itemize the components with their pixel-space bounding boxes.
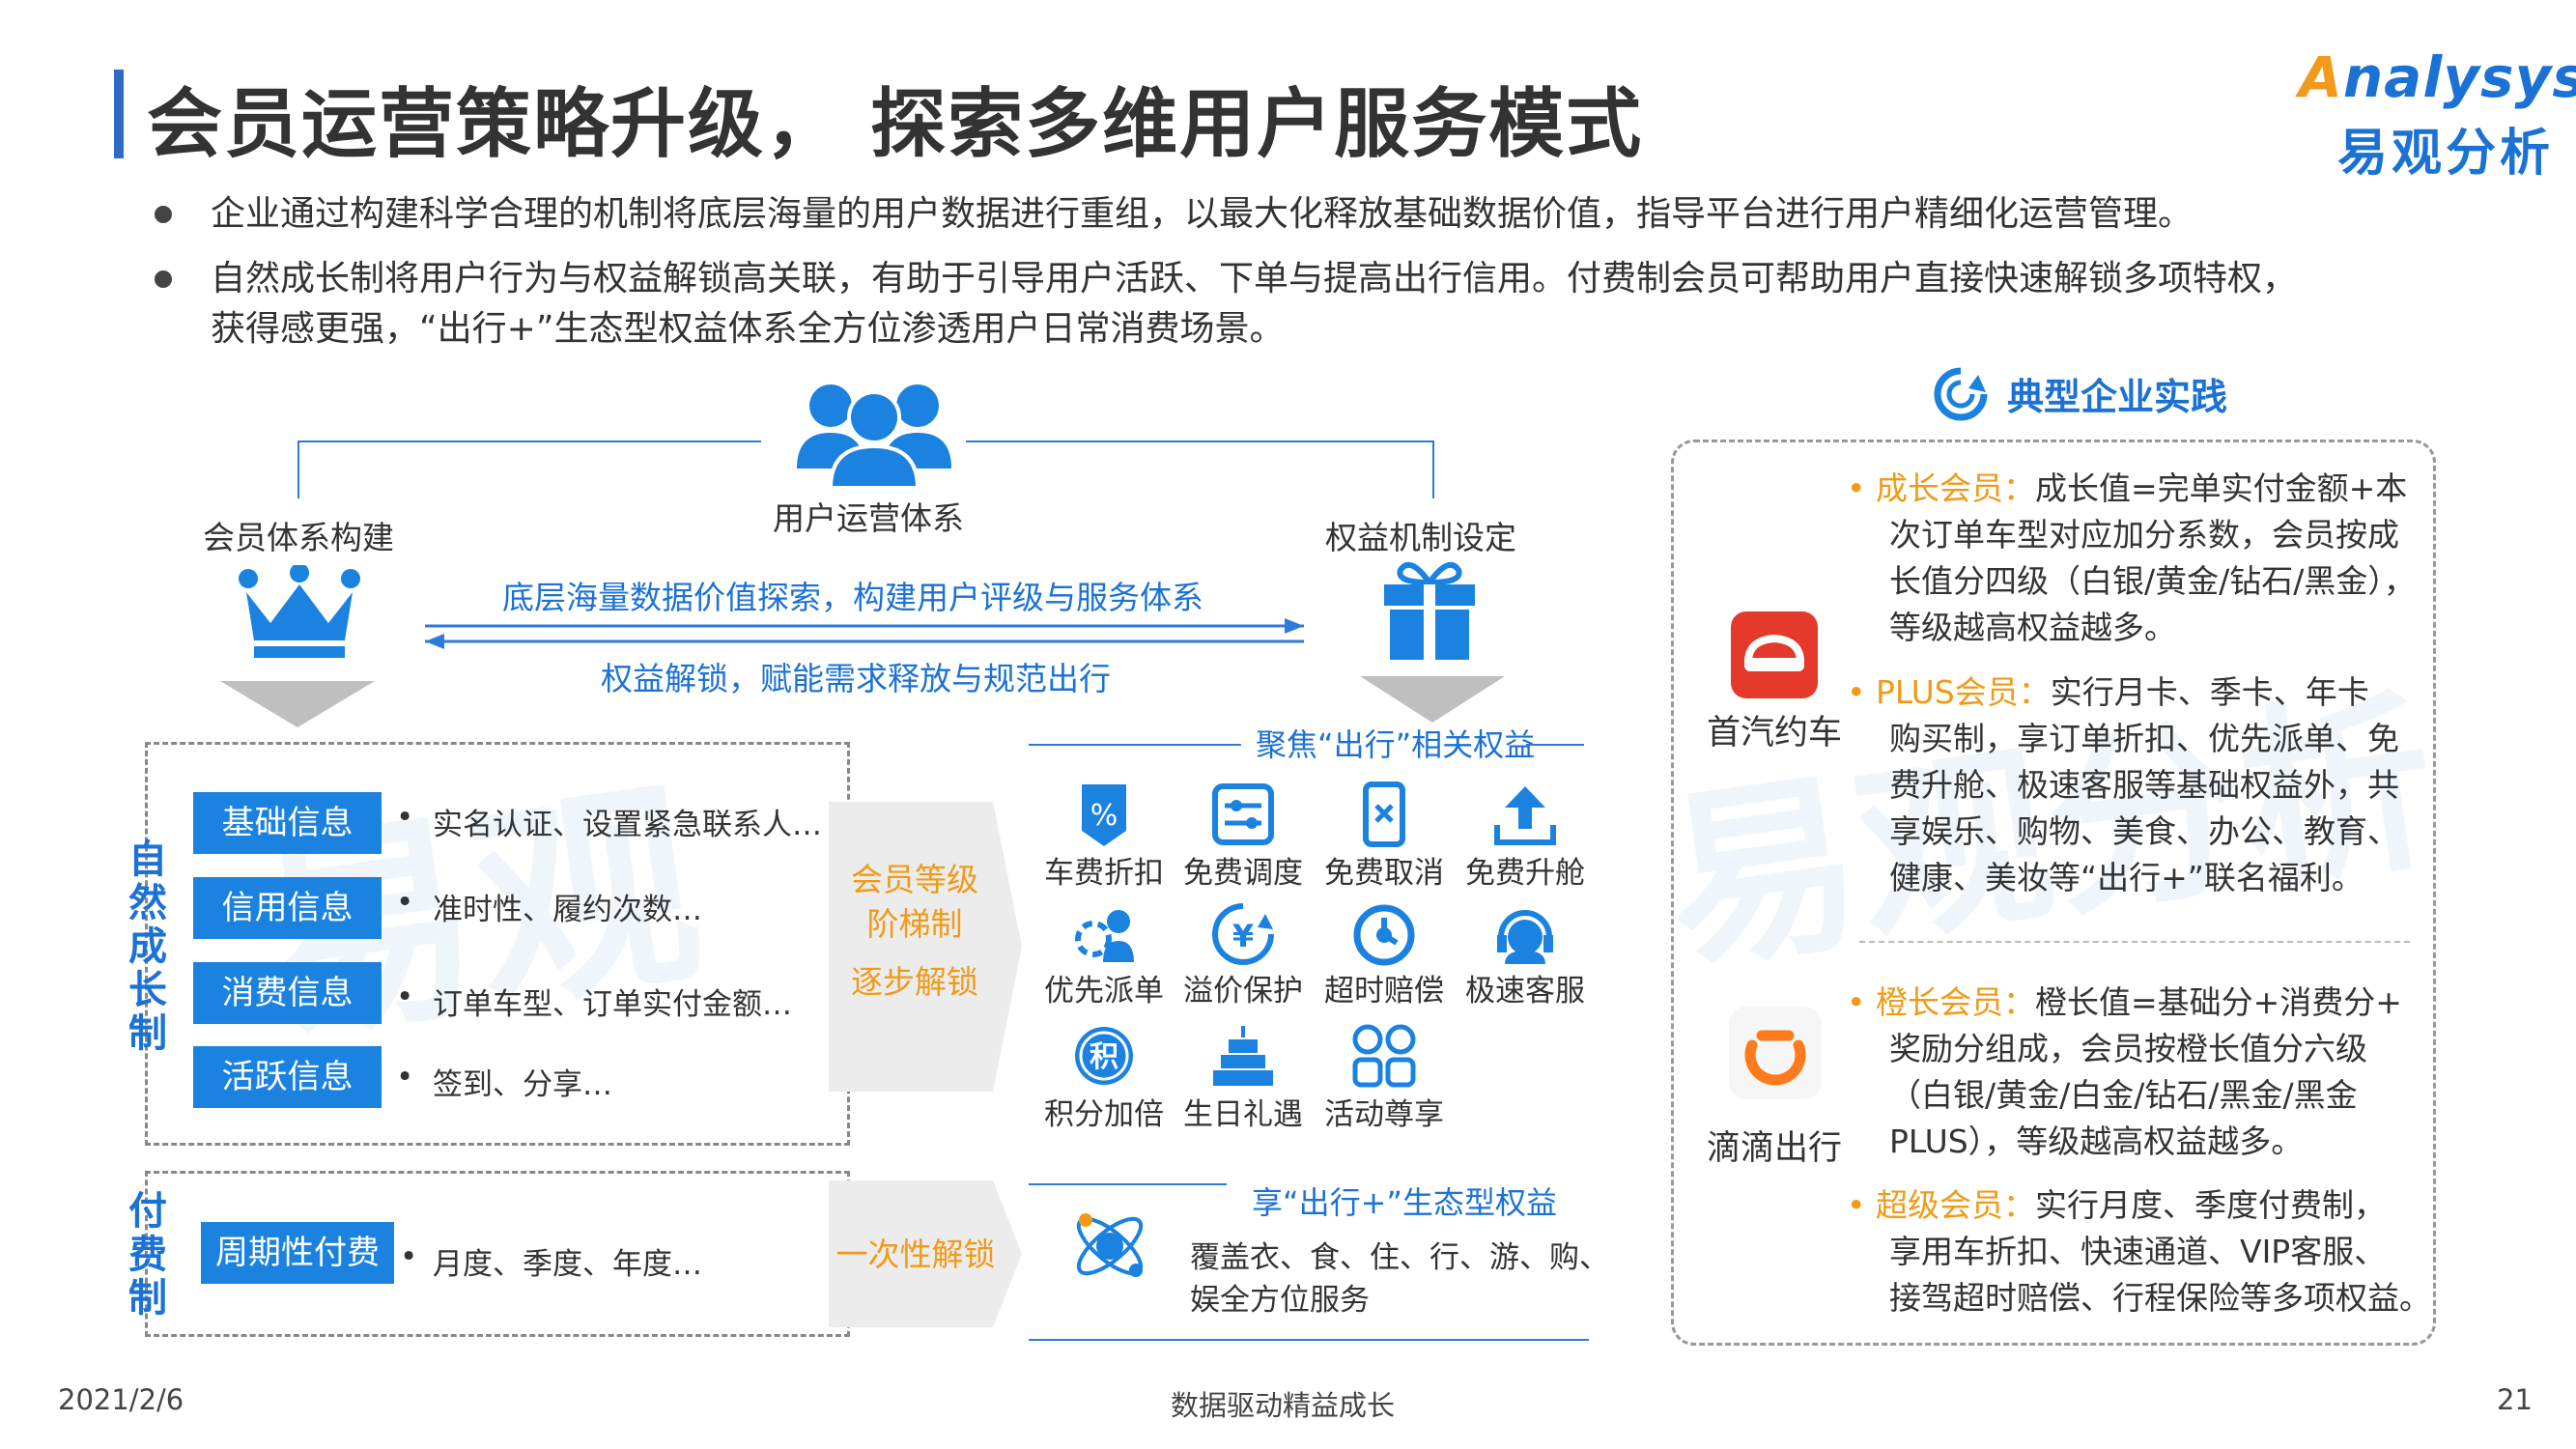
rights-header-line	[1526, 744, 1584, 746]
shouqi-item-1: • 成长会员：成长值=完单实付金额+本 次订单车型对应加分系数，会员按成 长值分…	[1847, 469, 2416, 646]
timeout-icon	[1350, 900, 1418, 972]
dispatch-icon	[1209, 781, 1277, 852]
users-icon	[792, 377, 956, 492]
left-label: 会员体系构建	[203, 519, 394, 556]
one-time-text: 一次性解锁	[835, 1236, 996, 1273]
right-label-5: 优先派单	[1044, 974, 1164, 1009]
points-icon: 积	[1070, 1022, 1138, 1094]
right-label-11: 活动尊享	[1324, 1097, 1444, 1132]
right-label: 权益机制设定	[1325, 519, 1516, 556]
row-desc: 准时性、履约次数…	[433, 893, 702, 927]
svg-text:¥: ¥	[1232, 918, 1254, 954]
service-icon	[1491, 900, 1559, 972]
activity-icon	[1350, 1022, 1418, 1094]
down-triangle	[220, 681, 375, 733]
right-label-6: 溢价保护	[1183, 974, 1303, 1009]
eco-header: 享“出行+”生态型权益	[1252, 1184, 1557, 1221]
svg-text:%: %	[1090, 799, 1118, 833]
gift-icon	[1376, 555, 1483, 666]
bullet-2-cont: 获得感更强，“出行+”生态型权益体系全方位渗透用户日常消费场景。	[211, 309, 1285, 349]
eco-text-1: 覆盖衣、食、住、行、游、购、	[1190, 1240, 1609, 1275]
row-desc: 月度、季度、年度…	[433, 1247, 702, 1282]
connector-line	[1432, 440, 1434, 498]
didi-item-1: • 橙长会员：橙长值=基础分+消费分+ 奖励分组成，会员按橙长值分六级 （白银/…	[1847, 983, 2402, 1160]
logo-text: Analysys	[2299, 44, 2576, 110]
arrow-line-3: 逐步解锁	[851, 963, 978, 1001]
rights-header-line	[1029, 744, 1241, 746]
rights-header: 聚焦“出行”相关权益	[1256, 726, 1536, 763]
row-bullet: •	[396, 1060, 414, 1094]
bullet-dot	[155, 270, 172, 288]
title-accent-bar	[114, 70, 124, 158]
row-desc: 实名认证、设置紧急联系人…	[433, 808, 822, 842]
eco-text-2: 娱全方位服务	[1190, 1283, 1370, 1318]
price-protect-icon: ¥	[1209, 900, 1277, 972]
company-name-didi: 滴滴出行	[1706, 1129, 1842, 1168]
page-number: 21	[2497, 1383, 2533, 1416]
right-label-2: 免费调度	[1183, 856, 1303, 891]
arrow-top-text: 底层海量数据价值探索，构建用户评级与服务体系	[502, 579, 1203, 616]
bullet-dot	[155, 206, 172, 223]
arrow-line-2: 阶梯制	[866, 905, 963, 943]
arrow-bottom-text: 权益解锁，赋能需求释放与规范出行	[601, 660, 1111, 697]
priority-icon	[1070, 900, 1138, 972]
tag-periodic-pay: 周期性付费	[201, 1222, 394, 1284]
shouqi-item-2: • PLUS会员：实行月卡、季卡、年卡 购买制，享订单折扣、优先派单、免 费升舱…	[1847, 673, 2399, 896]
didi-logo-icon	[1729, 1007, 1822, 1103]
row-bullet: •	[396, 800, 414, 835]
row-bullet: •	[396, 885, 414, 920]
unlock-arrow	[829, 802, 1022, 1092]
practice-title: 典型企业实践	[2007, 376, 2228, 418]
right-label-3: 免费取消	[1324, 856, 1444, 891]
connector-line	[297, 440, 761, 442]
arrow-line-1: 会员等级	[851, 861, 978, 898]
page-title: 会员运营策略升级， 探索多维用户服务模式	[147, 81, 1644, 168]
right-label-9: 积分加倍	[1044, 1097, 1164, 1132]
company-divider	[1859, 941, 2410, 943]
eco-header-line	[1029, 1183, 1227, 1185]
tag-consume-info: 消费信息	[193, 962, 382, 1024]
didi-item-2: • 超级会员：实行月度、季度付费制， 享用车折扣、快速通道、VIP客服、 接驾超…	[1847, 1186, 2431, 1317]
row-desc: 签到、分享…	[433, 1067, 612, 1102]
eco-bottom-line	[1029, 1339, 1589, 1341]
row-bullet: •	[400, 1239, 418, 1274]
crown-icon	[237, 563, 362, 666]
discount-icon: %	[1070, 781, 1138, 852]
svg-text:积: 积	[1090, 1040, 1118, 1074]
right-label-4: 免费升舱	[1465, 856, 1585, 891]
cancel-icon	[1350, 781, 1418, 852]
ecosystem-icon	[1066, 1203, 1153, 1293]
connector-line	[297, 440, 299, 498]
double-arrow	[415, 614, 1314, 657]
tag-basic-info: 基础信息	[193, 792, 382, 854]
footer-center: 数据驱动精益成长	[1171, 1389, 1396, 1422]
right-label-8: 极速客服	[1465, 974, 1585, 1009]
center-label: 用户运营体系	[773, 499, 964, 537]
company-name-shouqi: 首汽约车	[1706, 714, 1842, 753]
birthday-cake-icon	[1209, 1022, 1277, 1094]
row-desc: 订单车型、订单实付金额…	[433, 987, 792, 1022]
right-label-10: 生日礼遇	[1183, 1097, 1303, 1132]
tag-credit-info: 信用信息	[193, 877, 382, 939]
right-label-7: 超时赔偿	[1324, 974, 1444, 1009]
paid-title: 付费制	[128, 1189, 167, 1321]
natural-growth-title: 自然成长制	[128, 838, 167, 1056]
bullet-2: 自然成长制将用户行为与权益解锁高关联，有助于引导用户活跃、下单与提高出行信用。付…	[211, 259, 2298, 298]
bullet-1: 企业通过构建科学合理的机制将底层海量的用户数据进行重组，以最大化释放基础数据价值…	[211, 194, 2194, 234]
logo-cn: 易观分析	[2337, 125, 2555, 183]
row-bullet: •	[396, 980, 414, 1014]
footer-date: 2021/2/6	[58, 1383, 184, 1416]
shouqi-logo-icon	[1731, 611, 1818, 702]
tag-active-info: 活跃信息	[193, 1046, 382, 1108]
upgrade-icon	[1491, 781, 1559, 852]
refresh-icon	[1932, 365, 1990, 427]
connector-line	[966, 440, 1434, 442]
right-label-1: 车费折扣	[1044, 856, 1164, 891]
